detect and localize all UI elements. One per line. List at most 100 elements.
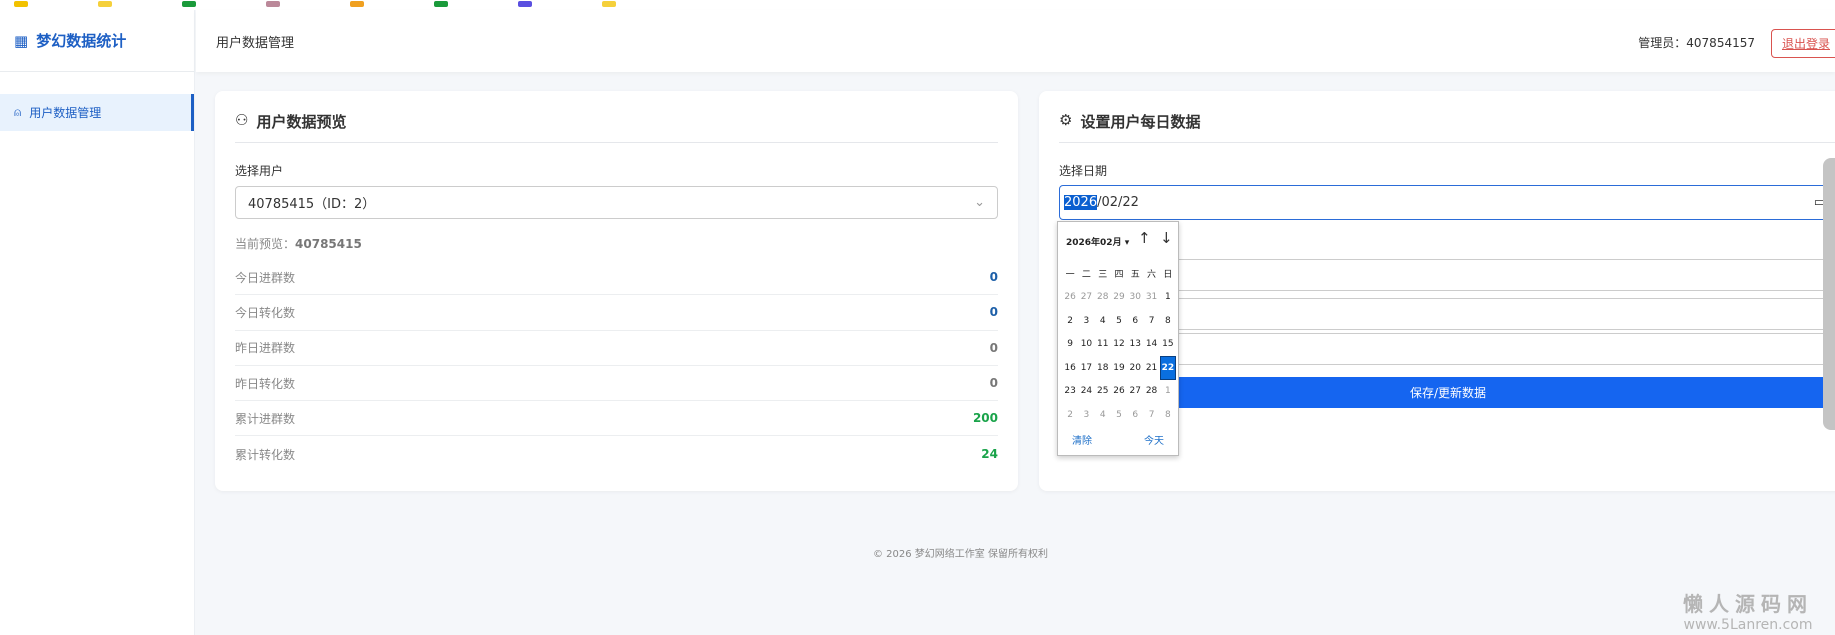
- bookmarks-bar: [0, 0, 1835, 10]
- header: 用户数据管理 管理员：407854157 退出登录: [196, 10, 1835, 72]
- weekday-header: 一: [1065, 270, 1075, 281]
- stat-label: 昨日转化数: [235, 376, 296, 391]
- bookmark-icon[interactable]: [182, 1, 196, 7]
- current-preview: 当前预览：40785415: [235, 235, 362, 252]
- date-rest: /02/22: [1097, 195, 1139, 210]
- calendar-day[interactable]: 12: [1111, 333, 1127, 357]
- stat-label: 累计转化数: [235, 447, 296, 462]
- calendar-day[interactable]: 29: [1111, 286, 1127, 310]
- page-title: 用户数据管理: [216, 35, 295, 51]
- calendar-day[interactable]: 17: [1078, 356, 1094, 380]
- user-select[interactable]: 40785415（ID：2） ⌄: [235, 186, 998, 219]
- calendar-day[interactable]: 2: [1062, 403, 1078, 427]
- calendar-day[interactable]: 28: [1143, 380, 1159, 404]
- sidebar-item-label: 用户数据管理: [29, 106, 102, 120]
- calendar-day[interactable]: 10: [1078, 333, 1094, 357]
- stat-value: 0: [989, 270, 998, 285]
- bookmark-folder-icon[interactable]: [602, 1, 616, 7]
- calendar-day[interactable]: 9: [1062, 333, 1078, 357]
- calendar-day[interactable]: 18: [1095, 356, 1111, 380]
- stat-value: 200: [972, 411, 998, 426]
- weekday-header: 六: [1147, 270, 1157, 281]
- calendar-day[interactable]: 3: [1078, 309, 1094, 333]
- calendar-day[interactable]: 16: [1062, 356, 1078, 380]
- weekday-header: 五: [1130, 270, 1140, 281]
- calendar-day[interactable]: 1: [1160, 380, 1176, 404]
- sidebar-item-user-data[interactable]: ⍝ 用户数据管理: [0, 94, 194, 131]
- clear-button[interactable]: 清除: [1072, 432, 1092, 447]
- calendar-day[interactable]: 26: [1062, 286, 1078, 310]
- user-icon: ⚇: [235, 111, 249, 129]
- selected-user: 40785415（ID：2）: [248, 197, 376, 212]
- preview-card: ⚇ 用户数据预览 选择用户 40785415（ID：2） ⌄ 当前预览：407854…: [215, 91, 1018, 491]
- calendar-day[interactable]: 5: [1111, 309, 1127, 333]
- logout-button[interactable]: 退出登录: [1770, 29, 1835, 58]
- bookmark-icon[interactable]: [350, 1, 364, 7]
- brand-name: 梦幻数据统计: [36, 32, 127, 50]
- stat-row: 今日转化数 0: [235, 295, 998, 331]
- bookmark-folder-icon[interactable]: [98, 1, 112, 7]
- user-icon: ⍝: [14, 105, 22, 119]
- calendar-day[interactable]: 15: [1160, 333, 1176, 357]
- stat-label: 今日进群数: [235, 270, 296, 285]
- bookmark-icon[interactable]: [434, 1, 448, 7]
- stat-row: 昨日进群数 0: [235, 331, 998, 366]
- calendar-day[interactable]: 5: [1111, 403, 1127, 427]
- bookmark-icon[interactable]: [14, 1, 28, 7]
- today-button[interactable]: 今天: [1144, 432, 1164, 447]
- stats-list: 今日进群数 0 今日转化数 0 昨日进群数 0 昨日转化数 0 累计进群数 200 累计转化数 24: [235, 260, 998, 472]
- calendar-day[interactable]: 6: [1127, 309, 1143, 333]
- bookmark-icon[interactable]: [266, 1, 280, 7]
- calendar-day[interactable]: 2: [1062, 309, 1078, 333]
- stat-row: 昨日转化数 0: [235, 366, 998, 402]
- card-title: 用户数据预览: [256, 113, 347, 131]
- calendar-day[interactable]: 20: [1127, 356, 1143, 380]
- calendar-day[interactable]: 28: [1095, 286, 1111, 310]
- card-title: 设置用户每日数据: [1080, 113, 1201, 131]
- calendar-day[interactable]: 7: [1143, 403, 1159, 427]
- watermark: 懒人源码网 www.5Lanren.com: [1683, 588, 1813, 633]
- calendar-day[interactable]: 27: [1127, 380, 1143, 404]
- stat-value: 0: [989, 305, 998, 320]
- month-select[interactable]: 2026年02月 ▾: [1066, 235, 1129, 248]
- calendar-day[interactable]: 11: [1095, 333, 1111, 357]
- date-year: 2026: [1064, 195, 1098, 210]
- calendar-day[interactable]: 6: [1127, 403, 1143, 427]
- calendar-day[interactable]: 8: [1160, 309, 1176, 333]
- calendar-day[interactable]: 25: [1095, 380, 1111, 404]
- stat-row: 累计转化数 24: [235, 436, 998, 471]
- calendar-day[interactable]: 4: [1095, 403, 1111, 427]
- stat-label: 今日转化数: [235, 305, 296, 320]
- calendar-day[interactable]: 27: [1078, 286, 1094, 310]
- stat-row: 累计进群数 200: [235, 401, 998, 437]
- weekday-header: 日: [1163, 270, 1173, 281]
- calendar-day[interactable]: 13: [1127, 333, 1143, 357]
- calendar-day[interactable]: 26: [1111, 380, 1127, 404]
- calendar-day[interactable]: 19: [1111, 356, 1127, 380]
- calendar-day-selected[interactable]: 22: [1159, 356, 1176, 380]
- calendar-day[interactable]: 14: [1143, 333, 1159, 357]
- calendar-day[interactable]: 4: [1095, 309, 1111, 333]
- stat-row: 今日进群数 0: [235, 260, 998, 296]
- calendar-day[interactable]: 21: [1143, 356, 1159, 380]
- calendar-day[interactable]: 7: [1143, 309, 1159, 333]
- watermark-title: 懒人源码网: [1683, 592, 1813, 616]
- floating-toolbar[interactable]: [1823, 158, 1835, 430]
- calendar-day[interactable]: 24: [1078, 380, 1094, 404]
- calendar-day[interactable]: 8: [1160, 403, 1176, 427]
- calendar-day[interactable]: 3: [1078, 403, 1094, 427]
- calendar-day[interactable]: 1: [1160, 286, 1176, 310]
- bookmark-icon[interactable]: [518, 1, 532, 7]
- date-input[interactable]: 2026/02/22 ▭: [1059, 185, 1835, 220]
- grid-icon: ▦: [14, 31, 29, 50]
- weekday-header: 二: [1081, 270, 1091, 281]
- date-picker-popup: 2026年02月 ▾ ↑ ↓ 一二三四五六日 26 27 28 29 30 31 1 2 3 4 5 6…: [1057, 221, 1179, 456]
- stat-value: 24: [981, 447, 998, 462]
- arrow-down-icon[interactable]: ↓: [1160, 229, 1173, 247]
- arrow-up-icon[interactable]: ↑: [1138, 229, 1151, 247]
- calendar-day[interactable]: 31: [1143, 286, 1159, 310]
- calendar-day[interactable]: 23: [1062, 380, 1078, 404]
- sidebar: ▦ 梦幻数据统计 ⍝ 用户数据管理: [0, 10, 195, 635]
- calendar-day[interactable]: 30: [1127, 286, 1143, 310]
- brand: ▦ 梦幻数据统计: [0, 10, 194, 72]
